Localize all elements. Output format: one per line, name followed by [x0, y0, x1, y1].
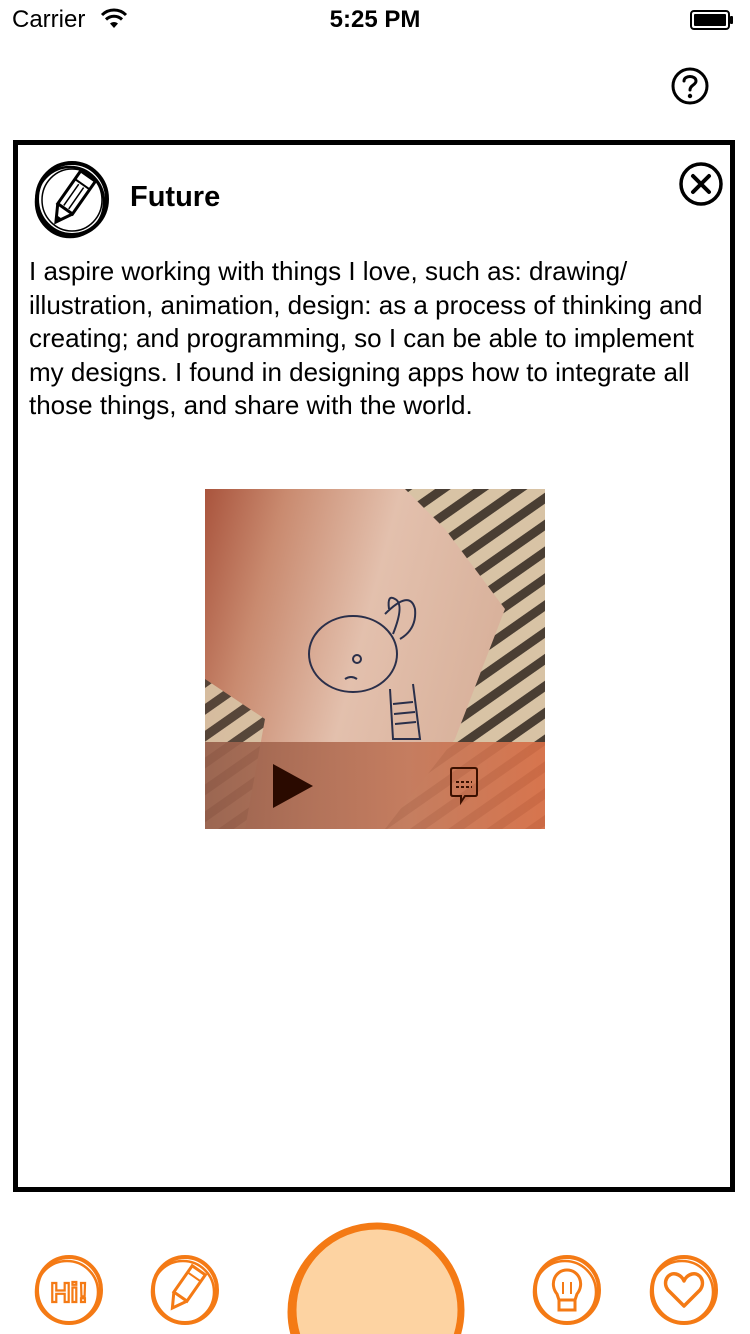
- card-body-text: I aspire working with things I love, suc…: [29, 256, 703, 420]
- card-title: Future: [130, 181, 221, 213]
- hi-label: Hi!: [50, 1277, 87, 1308]
- pencil-icon: [34, 161, 109, 239]
- center-button[interactable]: [285, 1218, 469, 1334]
- battery-icon: [690, 10, 733, 30]
- video-player[interactable]: [205, 489, 545, 829]
- captions-icon[interactable]: [449, 766, 479, 806]
- hi-icon[interactable]: Hi!: [33, 1254, 105, 1326]
- status-bar: Carrier 5:25 PM: [0, 0, 750, 40]
- video-controls: [205, 742, 545, 829]
- story-card: Future I aspire working with things I lo…: [13, 140, 735, 1192]
- heart-icon[interactable]: [648, 1254, 720, 1326]
- play-icon[interactable]: [269, 762, 317, 810]
- pencil-icon[interactable]: [149, 1254, 221, 1326]
- question-icon[interactable]: [670, 66, 710, 106]
- lightbulb-icon[interactable]: [531, 1254, 603, 1326]
- clock: 5:25 PM: [329, 6, 421, 33]
- close-icon[interactable]: [678, 161, 724, 207]
